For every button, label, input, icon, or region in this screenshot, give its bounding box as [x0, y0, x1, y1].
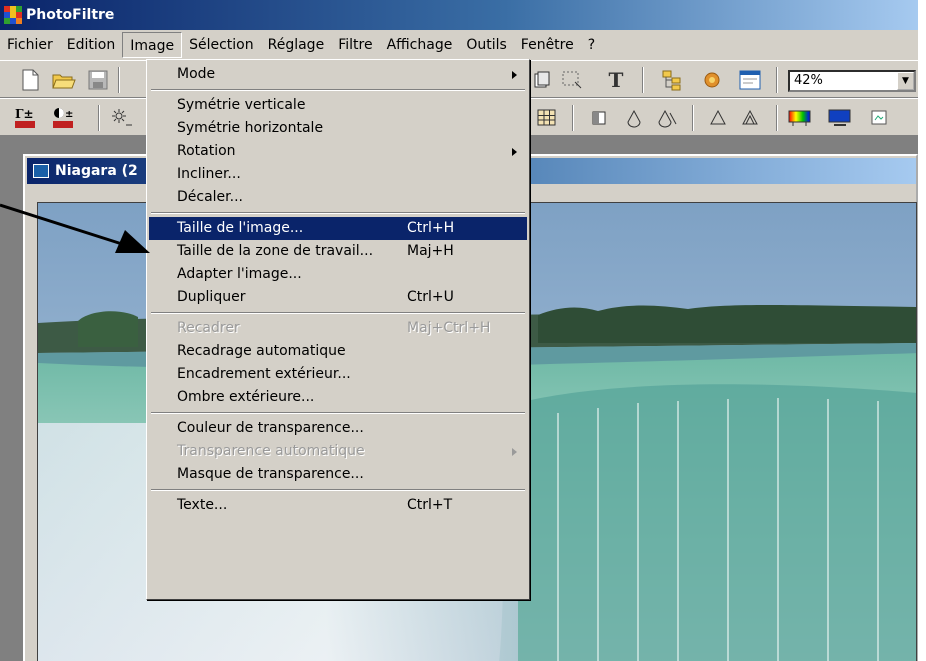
menu-item-label: Dupliquer [177, 289, 246, 305]
svg-text:±: ± [65, 109, 73, 120]
brightness-icon[interactable] [110, 106, 134, 130]
menu-item-label: Transparence automatique [177, 443, 365, 459]
menu-help[interactable]: ? [581, 32, 602, 58]
menu-item-label: Rotation [177, 143, 236, 159]
menu-item-label: Adapter l'image... [177, 266, 302, 282]
menu-affichage[interactable]: Affichage [380, 32, 460, 58]
menu-item-label: Couleur de transparence... [177, 420, 364, 436]
more-sharpen-icon[interactable] [740, 106, 764, 130]
plugin-icon[interactable] [700, 68, 724, 92]
menu-item-label: Incliner... [177, 166, 241, 182]
gradient-icon[interactable] [788, 106, 812, 130]
zoom-value: 42% [794, 73, 823, 88]
menu-separator [149, 409, 527, 417]
menu-selection[interactable]: Sélection [182, 32, 261, 58]
menu-item-recadrer: Recadrer Maj+Ctrl+H [149, 317, 527, 340]
image-document-icon [33, 164, 49, 178]
blur-icon[interactable] [622, 106, 646, 130]
zoom-select[interactable]: 42% ▼ [788, 70, 916, 92]
window-icon[interactable] [738, 68, 762, 92]
menu-item-rotation[interactable]: Rotation [149, 140, 527, 163]
menu-item-shortcut: Ctrl+T [407, 497, 453, 513]
menu-item-shortcut: Ctrl+U [407, 289, 454, 305]
menu-item-decaler[interactable]: Décaler... [149, 186, 527, 209]
menu-item-shortcut: Ctrl+H [407, 220, 455, 236]
text-tool-icon[interactable]: T [604, 68, 628, 92]
chevron-down-icon[interactable]: ▼ [897, 72, 914, 90]
svg-text:Γ±: Γ± [15, 107, 34, 121]
new-file-icon[interactable] [18, 68, 42, 92]
photofiltre-logo-icon [4, 6, 22, 24]
menu-item-taille-de-l-image[interactable]: Taille de l'image... Ctrl+H [149, 217, 527, 240]
menu-reglage[interactable]: Réglage [261, 32, 332, 58]
window-title: PhotoFiltre [26, 7, 115, 23]
menu-item-label: Mode [177, 66, 216, 82]
menu-item-label: Décaler... [177, 189, 243, 205]
gamma-auto-icon[interactable]: Γ± [14, 106, 38, 130]
menu-fichier[interactable]: Fichier [0, 32, 60, 58]
menu-image[interactable]: Image [122, 32, 183, 58]
menu-item-ombre-exterieure[interactable]: Ombre extérieure... [149, 386, 527, 409]
chevron-right-icon [512, 448, 517, 456]
menu-separator [149, 209, 527, 217]
menu-item-texte[interactable]: Texte... Ctrl+T [149, 494, 527, 517]
menu-item-shortcut: Maj+H [407, 243, 454, 259]
menu-item-label: Ombre extérieure... [177, 389, 315, 405]
menu-item-symetrie-horizontale[interactable]: Symétrie horizontale [149, 117, 527, 140]
menu-item-incliner[interactable]: Incliner... [149, 163, 527, 186]
menu-item-label: Taille de l'image... [177, 220, 304, 236]
menu-item-encadrement-exterieur[interactable]: Encadrement extérieur... [149, 363, 527, 386]
grid-icon[interactable] [535, 106, 559, 130]
menu-item-adapter-l-image[interactable]: Adapter l'image... [149, 263, 527, 286]
image-menu-dropdown: Mode Symétrie verticale Symétrie horizonta… [146, 59, 530, 600]
menu-item-recadrage-automatique[interactable]: Recadrage automatique [149, 340, 527, 363]
monitor-icon[interactable] [828, 106, 852, 130]
crop-icon[interactable] [588, 106, 612, 130]
open-folder-icon[interactable] [52, 68, 76, 92]
menu-outils[interactable]: Outils [459, 32, 513, 58]
sharpen-icon[interactable] [706, 106, 730, 130]
copy-image-icon[interactable] [530, 68, 554, 92]
menu-item-label: Symétrie verticale [177, 97, 306, 113]
image-window-title: Niagara (2 [55, 163, 138, 179]
contrast-auto-icon[interactable]: ± [52, 106, 76, 130]
menu-item-label: Texte... [177, 497, 228, 513]
menu-item-couleur-de-transparence[interactable]: Couleur de transparence... [149, 417, 527, 440]
save-disk-icon[interactable] [86, 68, 110, 92]
menu-edition[interactable]: Edition [60, 32, 122, 58]
menu-separator [149, 309, 527, 317]
menu-item-label: Recadrer [177, 320, 240, 336]
chevron-right-icon [512, 71, 517, 79]
menu-item-shortcut: Maj+Ctrl+H [407, 320, 491, 336]
menu-filtre[interactable]: Filtre [331, 32, 379, 58]
explorer-icon[interactable] [660, 68, 684, 92]
menu-item-transparence-automatique: Transparence automatique [149, 440, 527, 463]
menu-item-label: Recadrage automatique [177, 343, 346, 359]
menu-fenetre[interactable]: Fenêtre [514, 32, 581, 58]
menu-item-mode[interactable]: Mode [149, 63, 527, 86]
menu-item-label: Taille de la zone de travail... [177, 243, 374, 259]
edit-picture-icon[interactable] [868, 106, 892, 130]
menu-item-dupliquer[interactable]: Dupliquer Ctrl+U [149, 286, 527, 309]
menu-item-label: Masque de transparence... [177, 466, 364, 482]
selection-rect-icon[interactable] [560, 68, 584, 92]
menu-separator [149, 486, 527, 494]
more-blur-icon[interactable] [656, 106, 680, 130]
menu-item-symetrie-verticale[interactable]: Symétrie verticale [149, 94, 527, 117]
menu-separator [149, 86, 527, 94]
menu-item-label: Encadrement extérieur... [177, 366, 351, 382]
chevron-right-icon [512, 148, 517, 156]
menu-bar: Fichier Edition Image Sélection Réglage … [0, 30, 918, 60]
menu-item-taille-de-la-zone-de-travail[interactable]: Taille de la zone de travail... Maj+H [149, 240, 527, 263]
menu-item-masque-de-transparence[interactable]: Masque de transparence... [149, 463, 527, 486]
menu-item-label: Symétrie horizontale [177, 120, 324, 136]
title-bar: PhotoFiltre [0, 0, 918, 30]
